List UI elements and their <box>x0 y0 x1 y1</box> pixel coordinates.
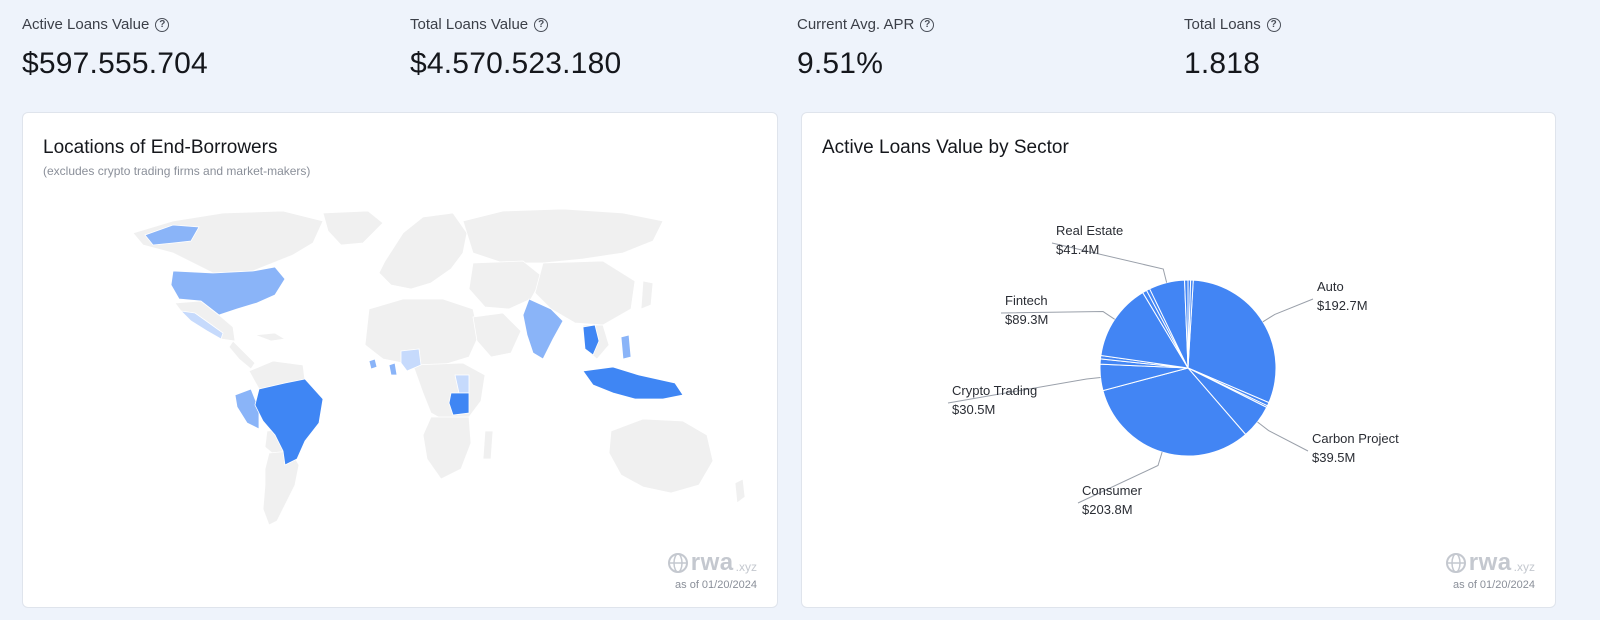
watermark-suffix: .xyz <box>735 560 757 574</box>
country-ghana[interactable] <box>388 362 398 376</box>
region-russia[interactable] <box>462 208 664 264</box>
pie-slice-value: $30.5M <box>952 402 995 417</box>
region-southern-africa[interactable] <box>422 416 472 480</box>
pie-slice-label: Crypto Trading <box>952 383 1037 398</box>
help-icon[interactable]: ? <box>155 17 170 32</box>
globe-icon <box>1445 553 1466 573</box>
stat-current-avg-apr: Current Avg. APR ? 9.51% <box>797 16 935 81</box>
region-europe[interactable] <box>378 212 468 290</box>
pie-slice-value: $89.3M <box>1005 312 1048 327</box>
region-argentina-chile[interactable] <box>262 450 300 526</box>
help-icon[interactable]: ? <box>1266 17 1281 32</box>
stat-value: $4.570.523.180 <box>410 47 622 80</box>
world-map[interactable] <box>23 113 779 609</box>
stat-label: Total Loans <box>1184 16 1261 33</box>
stat-value: $597.555.704 <box>22 47 208 80</box>
pie-slice-value: $192.7M <box>1317 298 1368 313</box>
watermark-brand: rwa <box>1468 549 1512 576</box>
map-card: Locations of End-Borrowers (excludes cry… <box>22 112 778 608</box>
stat-label: Current Avg. APR <box>797 16 915 33</box>
help-icon[interactable]: ? <box>920 17 935 32</box>
region-central-america[interactable] <box>228 340 256 370</box>
region-madagascar[interactable] <box>482 430 494 460</box>
region-central-africa[interactable] <box>412 362 486 424</box>
stat-label: Total Loans Value <box>410 16 529 33</box>
watermark-brand: rwa <box>690 549 734 576</box>
as-of-date: as of 01/20/2024 <box>1453 579 1535 591</box>
country-peru[interactable] <box>234 388 260 430</box>
country-indonesia[interactable] <box>582 366 684 400</box>
as-of-date: as of 01/20/2024 <box>675 579 757 591</box>
stat-total-loans: Total Loans ? 1.818 <box>1184 16 1281 81</box>
pie-leader-line <box>1262 298 1314 323</box>
region-arabia[interactable] <box>472 312 522 358</box>
pie-slice-label: Carbon Project <box>1312 431 1399 446</box>
globe-icon <box>667 553 688 573</box>
pie-slice-label: Real Estate <box>1056 223 1123 238</box>
pie-slice-label: Consumer <box>1082 483 1143 498</box>
stat-label: Active Loans Value <box>22 16 150 33</box>
country-sierra-leone[interactable] <box>368 358 378 370</box>
region-greenland[interactable] <box>322 210 384 246</box>
stat-value: 1.818 <box>1184 47 1261 80</box>
stat-active-loans-value: Active Loans Value ? $597.555.704 <box>22 16 208 81</box>
stat-total-loans-value: Total Loans Value ? $4.570.523.180 <box>410 16 621 81</box>
stat-value: 9.51% <box>797 47 884 80</box>
watermark-suffix: .xyz <box>1513 560 1535 574</box>
pie-slice-label: Auto <box>1317 279 1344 294</box>
pie-slice-value: $39.5M <box>1312 450 1355 465</box>
pie-leader-line <box>1257 421 1309 452</box>
map-land <box>132 208 746 526</box>
region-north-africa[interactable] <box>364 298 480 366</box>
region-new-zealand[interactable] <box>734 478 746 504</box>
pie-slice-label: Fintech <box>1005 293 1048 308</box>
help-icon[interactable]: ? <box>534 17 549 32</box>
watermark: rwa .xyz as of 01/20/2024 <box>1445 549 1535 591</box>
region-australia[interactable] <box>608 418 714 494</box>
sector-pie-chart: Auto $192.7M Carbon Project $39.5M Consumer $… <box>947 223 1399 517</box>
country-philippines[interactable] <box>620 334 632 360</box>
pie-slice-value: $41.4M <box>1056 242 1099 257</box>
country-brazil[interactable] <box>254 378 324 466</box>
stats-row: Active Loans Value ? $597.555.704 Total … <box>0 0 1600 100</box>
country-tanzania[interactable] <box>448 392 470 416</box>
region-caribbean[interactable] <box>254 332 287 342</box>
sector-card: Active Loans Value by Sector Auto $192.7M… <box>801 112 1556 608</box>
pie-slice-value: $203.8M <box>1082 502 1133 517</box>
watermark: rwa .xyz as of 01/20/2024 <box>667 549 757 591</box>
region-japan[interactable] <box>640 280 654 310</box>
